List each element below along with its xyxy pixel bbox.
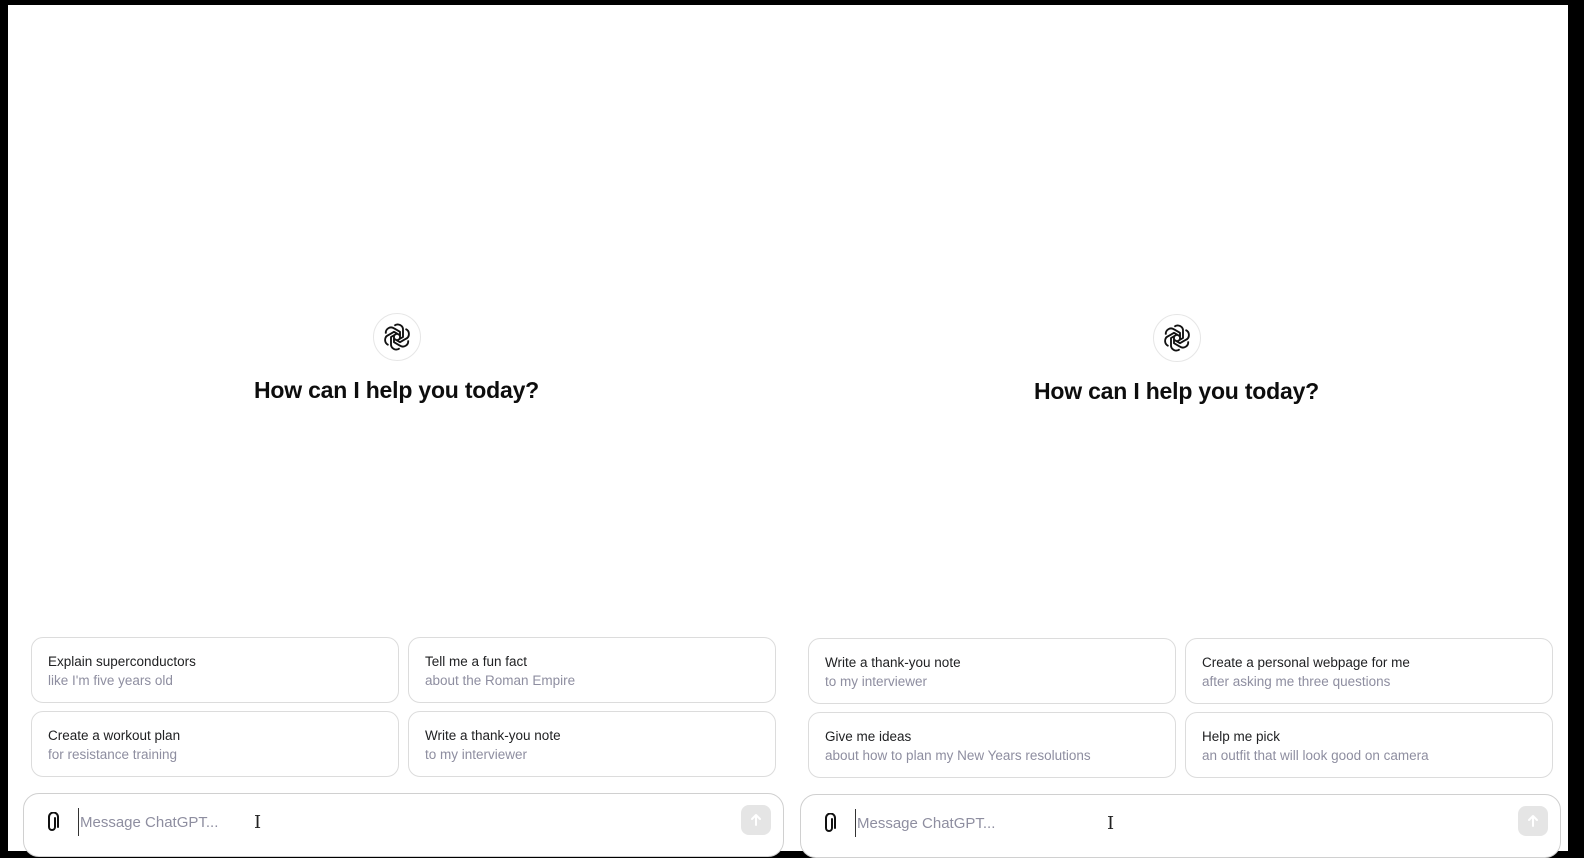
suggestion-subtitle: after asking me three questions (1202, 674, 1391, 689)
suggestion-title: Help me pick (1202, 729, 1281, 744)
suggestion-card[interactable]: Give me ideas about how to plan my New Y… (808, 712, 1176, 778)
suggestion-subtitle: to my interviewer (825, 674, 928, 689)
suggestion-card[interactable]: Tell me a fun fact about the Roman Empir… (408, 637, 776, 703)
send-button[interactable] (1518, 806, 1548, 836)
arrow-up-icon (751, 814, 761, 826)
suggestion-subtitle: about how to plan my New Years resolutio… (825, 748, 1091, 763)
greeting-heading: How can I help you today? (253, 377, 540, 403)
arrow-up-icon (1528, 815, 1538, 827)
welcome-hero: How can I help you today? (785, 314, 1568, 405)
message-input[interactable] (855, 809, 1495, 837)
suggestion-title: Write a thank-you note (425, 728, 561, 743)
suggestion-title: Give me ideas (825, 729, 912, 744)
send-button[interactable] (741, 805, 771, 835)
suggestion-subtitle: like I'm five years old (48, 673, 173, 688)
suggestion-grid: Explain superconductors like I'm five ye… (31, 637, 776, 777)
suggestion-title: Explain superconductors (48, 654, 196, 669)
message-composer: I (800, 794, 1561, 858)
text-cursor-icon: I (1107, 813, 1115, 834)
chat-pane-left: How can I help you today? Explain superc… (8, 5, 785, 857)
text-cursor-icon: I (254, 812, 262, 833)
app-window: How can I help you today? Explain superc… (8, 5, 1568, 858)
suggestion-title: Tell me a fun fact (425, 654, 528, 669)
suggestion-title: Write a thank-you note (825, 655, 961, 670)
suggestion-card[interactable]: Explain superconductors like I'm five ye… (31, 637, 399, 703)
message-input[interactable] (78, 808, 718, 836)
suggestion-subtitle: to my interviewer (425, 747, 528, 762)
suggestion-subtitle: about the Roman Empire (425, 673, 576, 688)
suggestion-subtitle: an outfit that will look good on camera (1202, 748, 1429, 763)
suggestion-card[interactable]: Write a thank-you note to my interviewer (408, 711, 776, 777)
welcome-hero: How can I help you today? (8, 313, 785, 404)
paperclip-icon[interactable] (42, 811, 62, 835)
suggestion-card[interactable]: Write a thank-you note to my interviewer (808, 638, 1176, 704)
greeting-heading: How can I help you today? (1033, 378, 1320, 404)
suggestion-subtitle: for resistance training (48, 747, 178, 762)
openai-logo-icon (1152, 314, 1201, 362)
suggestion-card[interactable]: Create a personal webpage for me after a… (1185, 638, 1553, 704)
message-composer: I (23, 793, 784, 857)
suggestion-title: Create a workout plan (48, 728, 181, 743)
openai-logo-icon (372, 313, 421, 361)
suggestion-title: Create a personal webpage for me (1202, 655, 1410, 670)
suggestion-card[interactable]: Create a workout plan for resistance tra… (31, 711, 399, 777)
chat-pane-right: How can I help you today? Write a thank-… (785, 5, 1568, 858)
suggestion-card[interactable]: Help me pick an outfit that will look go… (1185, 712, 1553, 778)
suggestion-grid: Write a thank-you note to my interviewer… (808, 638, 1553, 778)
paperclip-icon[interactable] (819, 812, 839, 836)
